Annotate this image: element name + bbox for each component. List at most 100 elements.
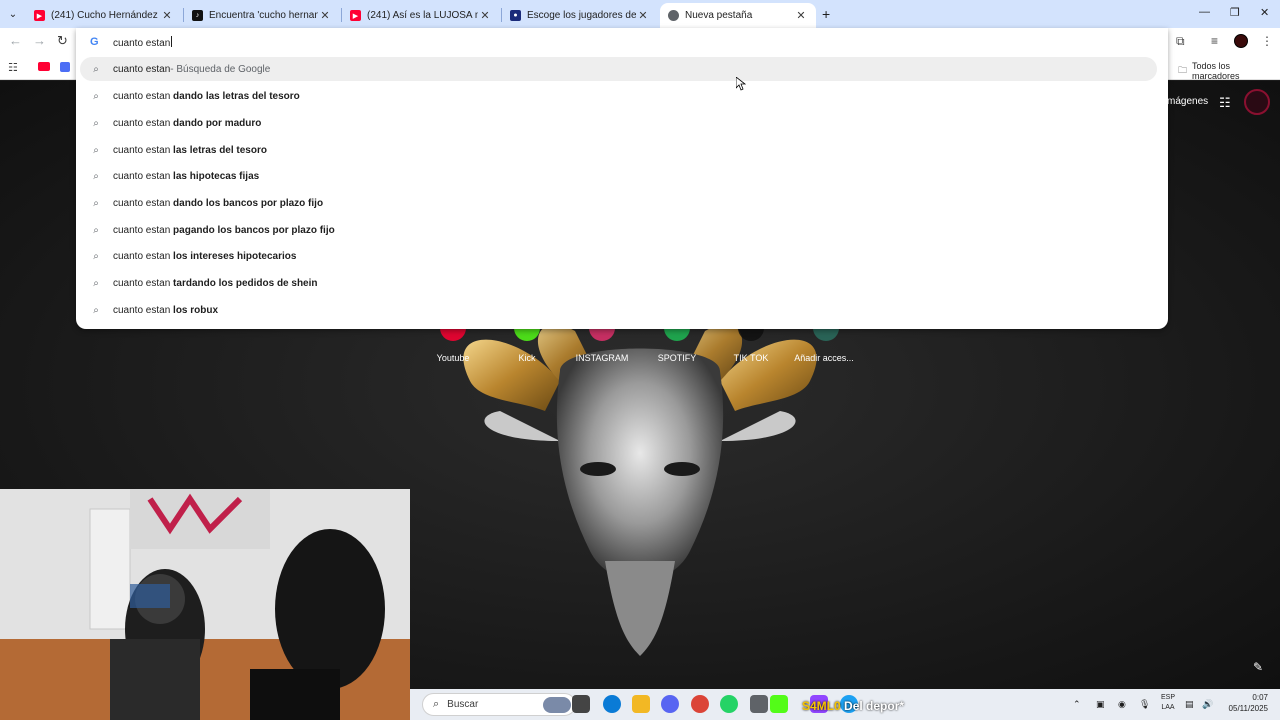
- search-icon: ⌕: [93, 90, 99, 102]
- suggestion-completion: tardando los pedidos de shein: [173, 277, 318, 289]
- webcam-image: [0, 489, 410, 720]
- back-icon[interactable]: ←: [9, 33, 22, 48]
- stream-overlay-text: Del depor*: [840, 699, 905, 713]
- suggestion-item[interactable]: ⌕ cuanto estan dando los bancos por plaz…: [80, 191, 1157, 215]
- task-view-icon[interactable]: [572, 695, 590, 713]
- suggestion-item[interactable]: ⌕ cuanto estan - Búsqueda de Google: [80, 57, 1157, 81]
- search-icon: ⌕: [93, 304, 99, 316]
- tab-close-icon[interactable]: ✕: [160, 9, 174, 22]
- shortcut-add[interactable]: Añadir acces...: [789, 353, 859, 363]
- tray-app-icon[interactable]: ▣: [1096, 699, 1105, 710]
- system-clock[interactable]: 0:07 05/11/2025: [1214, 692, 1268, 714]
- suggestion-prefix: cuanto estan: [113, 90, 174, 102]
- suggestion-item[interactable]: ⌕ cuanto estan pagando los bancos por pl…: [80, 218, 1157, 242]
- microphone-icon[interactable]: 🎙: [1139, 699, 1150, 710]
- media-controls-icon[interactable]: ≡: [1211, 34, 1218, 48]
- new-tab-plus-icon[interactable]: +: [822, 6, 830, 22]
- tab-close-icon[interactable]: ✕: [794, 9, 808, 22]
- clock-date: 05/11/2025: [1228, 704, 1268, 713]
- youtube-icon: ▶: [350, 10, 361, 21]
- shortcut-kick[interactable]: Kick: [492, 353, 562, 363]
- apps-grid-icon[interactable]: ☷: [8, 61, 18, 74]
- language-indicator[interactable]: ESP LAA: [1158, 693, 1178, 713]
- language-code: ESP: [1160, 694, 1175, 701]
- menu-kebab-icon[interactable]: ⋮: [1261, 34, 1273, 48]
- stream-overlay-highlight: S4ML0: [802, 699, 841, 713]
- snipping-icon[interactable]: [750, 695, 768, 713]
- shortcut-youtube[interactable]: Youtube: [418, 353, 488, 363]
- network-icon[interactable]: ▤: [1185, 699, 1194, 710]
- chrome-icon: [668, 10, 679, 21]
- tab-title: (241) Así es la LUJOSA mansión: [367, 10, 478, 21]
- discord-icon[interactable]: [661, 695, 679, 713]
- images-link[interactable]: mágenes: [1167, 96, 1208, 107]
- tab-3[interactable]: ▶ (241) Así es la LUJOSA mansión ✕: [342, 3, 500, 28]
- tab-close-icon[interactable]: ✕: [478, 9, 492, 22]
- all-bookmarks-folder[interactable]: 🗀 Todos los marcadores: [1178, 61, 1280, 81]
- suggestion-completion: las letras del tesoro: [173, 144, 267, 156]
- suggestion-item[interactable]: ⌕ cuanto estan dando las letras del teso…: [80, 84, 1157, 108]
- customize-pencil-icon[interactable]: ✎: [1253, 660, 1263, 674]
- tab-1[interactable]: ▶ (241) Cucho Hernández 2024 - ✕: [26, 3, 182, 28]
- folder-icon: 🗀: [1178, 65, 1188, 75]
- suggestion-item[interactable]: ⌕ cuanto estan dando por maduro: [80, 111, 1157, 135]
- suggestion-completion: pagando los bancos por plazo fijo: [173, 224, 335, 236]
- tab-search-chevron-icon[interactable]: ⌄: [4, 5, 22, 23]
- youtube-bookmark-icon[interactable]: [38, 62, 50, 71]
- restore-icon[interactable]: ❐: [1230, 6, 1240, 19]
- kick-icon[interactable]: [770, 695, 788, 713]
- shortcut-tiktok[interactable]: TIK TOK: [716, 353, 786, 363]
- youtube-icon: ▶: [34, 10, 45, 21]
- address-input[interactable]: cuanto estan: [113, 36, 173, 49]
- suggestion-prefix: cuanto estan: [113, 117, 174, 129]
- bookmark-icon[interactable]: [60, 62, 70, 72]
- suggestion-item[interactable]: ⌕ cuanto estan las letras del tesoro: [80, 138, 1157, 162]
- tab-4[interactable]: ● Escoge los jugadores de la sele ✕: [502, 3, 658, 28]
- google-apps-icon[interactable]: ☷: [1219, 95, 1231, 111]
- tab-strip: ⌄ ▶ (241) Cucho Hernández 2024 - ✕ ♪ Enc…: [0, 0, 1280, 28]
- edge-icon[interactable]: [603, 695, 621, 713]
- shortcut-instagram[interactable]: INSTAGRAM: [567, 353, 637, 363]
- google-account-avatar[interactable]: [1244, 89, 1270, 115]
- tray-chevron-icon[interactable]: ⌃: [1073, 699, 1081, 710]
- suggestion-item[interactable]: ⌕ cuanto estan tardando los pedidos de s…: [80, 271, 1157, 295]
- whatsapp-icon[interactable]: [720, 695, 738, 713]
- tab-close-icon[interactable]: ✕: [636, 9, 650, 22]
- tab-close-icon[interactable]: ✕: [318, 9, 332, 22]
- tiktok-icon: ♪: [192, 10, 203, 21]
- suggestion-completion: dando por maduro: [173, 117, 262, 129]
- file-explorer-icon[interactable]: [632, 695, 650, 713]
- volume-icon[interactable]: 🔊: [1202, 699, 1213, 710]
- suggestion-completion: las hipotecas fijas: [173, 170, 260, 182]
- search-icon: ⌕: [433, 698, 440, 710]
- profile-avatar[interactable]: [1234, 34, 1248, 48]
- address-bar[interactable]: G cuanto estan: [76, 30, 1168, 54]
- search-highlight-icon: [543, 697, 571, 713]
- forward-icon[interactable]: →: [33, 33, 46, 48]
- suggestion-item[interactable]: ⌕ cuanto estan los intereses hipotecario…: [80, 244, 1157, 268]
- suggestion-prefix: cuanto estan: [113, 304, 174, 316]
- all-bookmarks-label: Todos los marcadores: [1192, 61, 1240, 81]
- minimize-icon[interactable]: —: [1199, 6, 1210, 18]
- extensions-icon[interactable]: ⧉: [1176, 34, 1185, 49]
- reload-icon[interactable]: ↻: [57, 33, 68, 49]
- suggestion-completion: dando los bancos por plazo fijo: [173, 197, 324, 209]
- suggestion-prefix: cuanto estan: [113, 63, 171, 75]
- keyboard-layout: LAA: [1161, 704, 1175, 711]
- webcam-overlay: [0, 489, 410, 720]
- chrome-icon[interactable]: [691, 695, 709, 713]
- taskbar-search[interactable]: ⌕ Buscar: [422, 693, 576, 716]
- search-icon: ⌕: [93, 117, 99, 129]
- suggestion-item[interactable]: ⌕ cuanto estan los robux: [80, 298, 1157, 322]
- tab-title: Nueva pestaña: [685, 10, 753, 21]
- suggestion-prefix: cuanto estan: [113, 144, 174, 156]
- tab-5-active[interactable]: Nueva pestaña ✕: [660, 3, 816, 28]
- suggestion-prefix: cuanto estan: [113, 224, 174, 236]
- tray-app-icon[interactable]: ◉: [1118, 699, 1126, 710]
- tab-title: (241) Cucho Hernández 2024 -: [51, 10, 160, 21]
- suggestion-item[interactable]: ⌕ cuanto estan las hipotecas fijas: [80, 164, 1157, 188]
- tab-2[interactable]: ♪ Encuentra 'cucho hernandez go ✕: [184, 3, 340, 28]
- shortcut-spotify[interactable]: SPOTIFY: [642, 353, 712, 363]
- search-icon: ⌕: [93, 197, 99, 209]
- close-window-icon[interactable]: ✕: [1260, 6, 1269, 19]
